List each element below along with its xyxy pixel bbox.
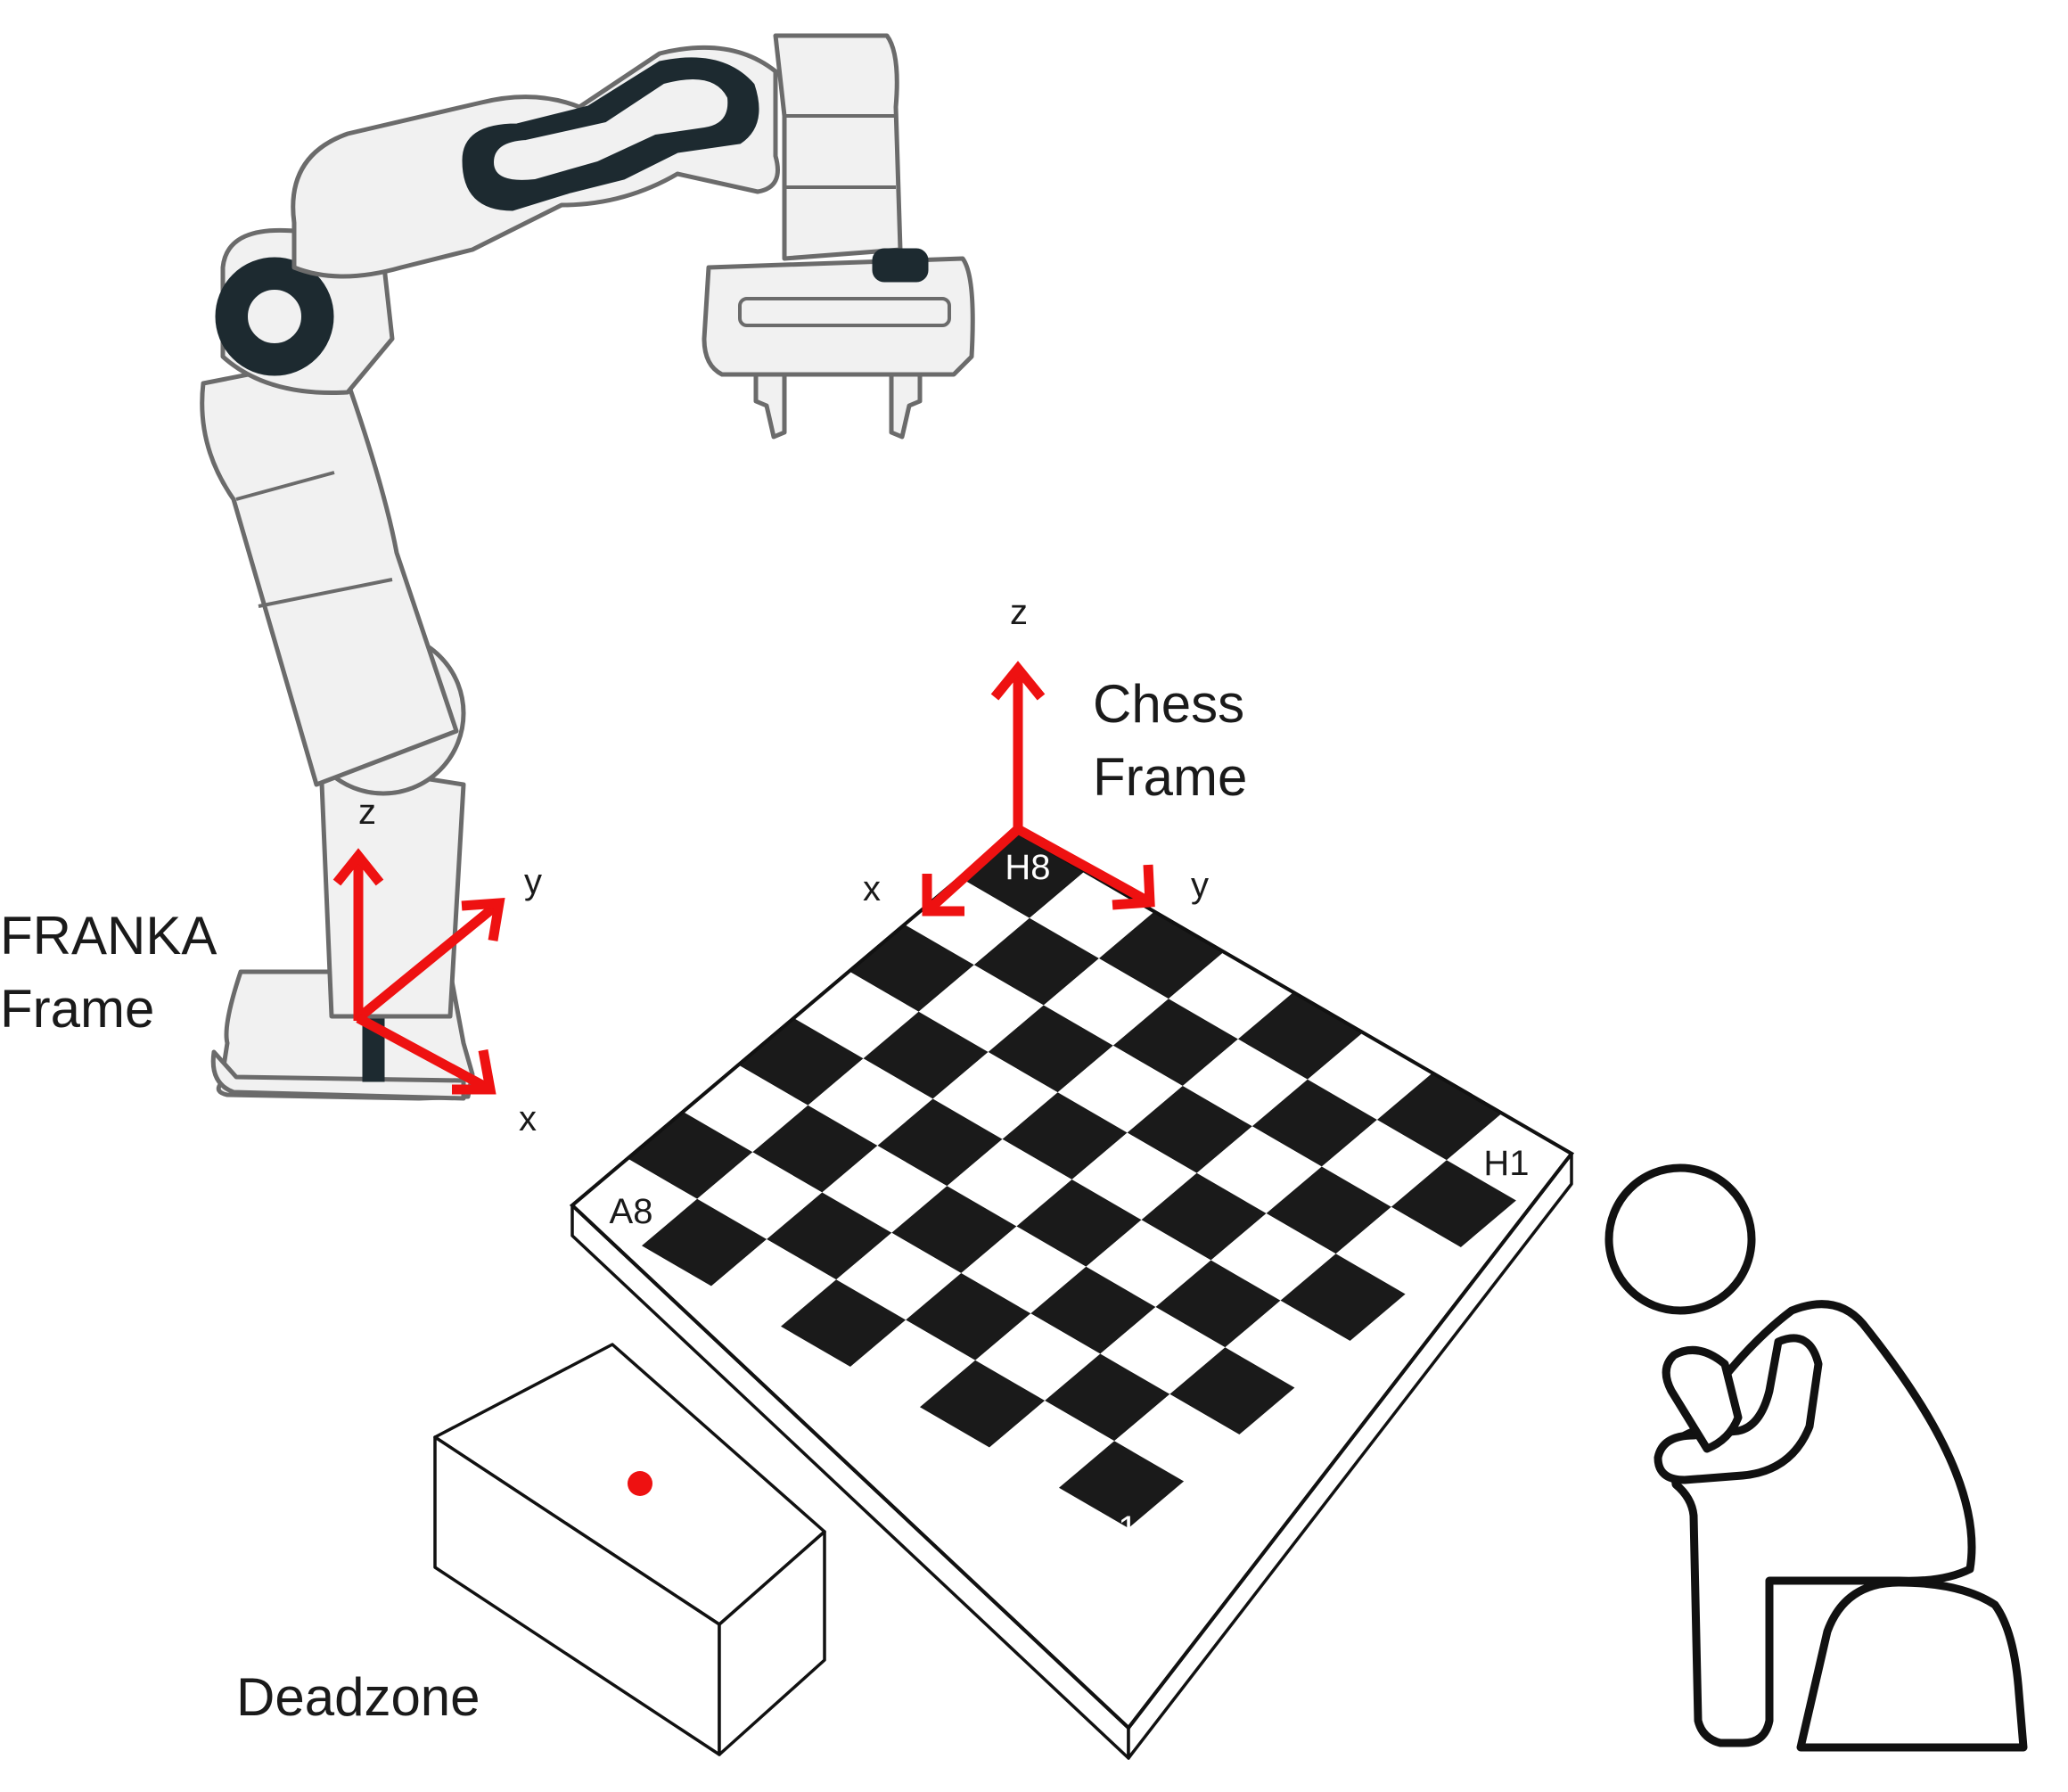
chess-y-label: y: [1191, 866, 1209, 905]
robot-finger-right: [889, 372, 923, 440]
robot-lower-link: [318, 760, 466, 1019]
person-chair: [1796, 1578, 2028, 1752]
board-squares: [572, 831, 1572, 1528]
deadzone-label: Deadzone: [236, 1667, 480, 1727]
franka-frame-title-line1: FRANKA: [0, 906, 217, 966]
franka-z-label: z: [358, 793, 376, 832]
franka-x-label: x: [519, 1099, 537, 1138]
person-icon: [1604, 1163, 2028, 1752]
corner-label-h8: H8: [1005, 848, 1050, 887]
franka-frame-title-line2: Frame: [0, 979, 154, 1039]
robot-finger-left: [753, 372, 787, 440]
corner-label-a1: A1: [1095, 1509, 1138, 1549]
robot-arm: [200, 33, 975, 1101]
chess-x-label: x: [863, 869, 881, 908]
franka-y-label: y: [524, 862, 542, 901]
chess-frame-title-line1: Chess: [1093, 674, 1244, 734]
corner-label-h1: H1: [1483, 1144, 1529, 1183]
corner-label-a8: A8: [610, 1192, 653, 1231]
chess-z-label: z: [1010, 593, 1028, 632]
robot-mid-link: [200, 354, 459, 787]
person-head: [1604, 1163, 1756, 1315]
robot-wrist: [773, 33, 903, 261]
deadzone-marker-dot: [628, 1471, 652, 1496]
robot-gripper-hand: [702, 256, 975, 377]
scene: H8 H1 A8 A1 Deadzone z y x FRANKA Frame: [0, 33, 2028, 1760]
chess-frame-title-line2: Frame: [1093, 747, 1247, 807]
